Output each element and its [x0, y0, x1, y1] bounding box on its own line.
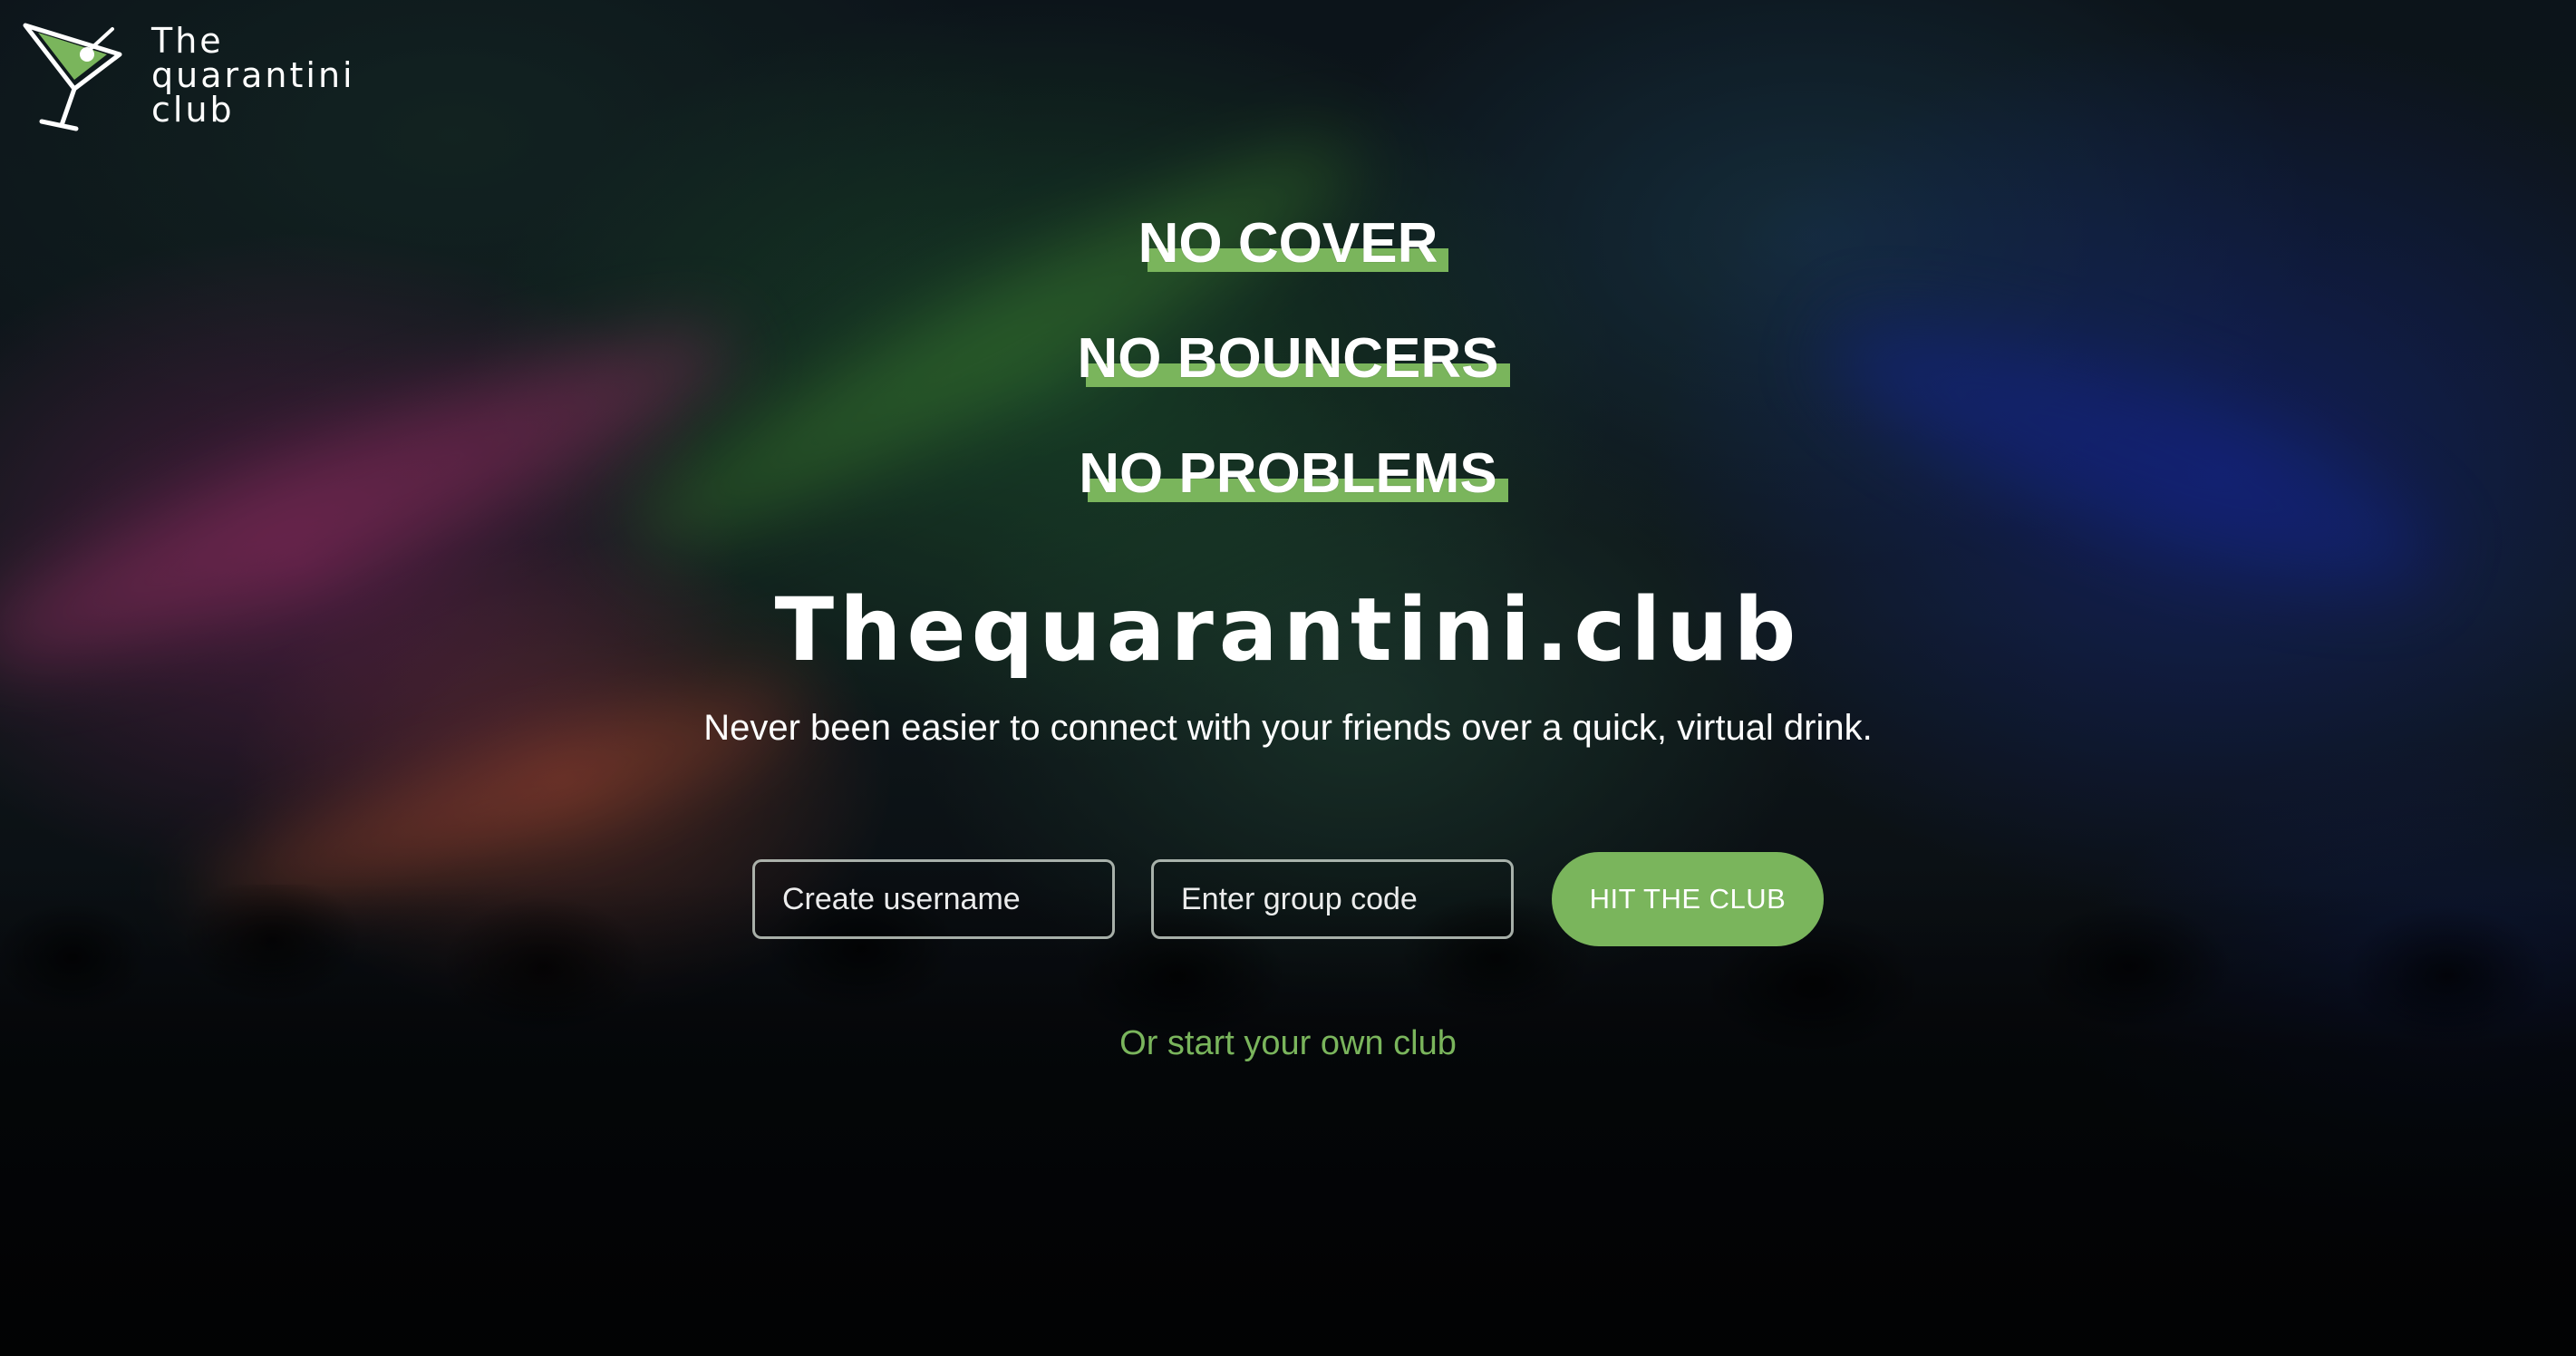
- site-subtitle: Never been easier to connect with your f…: [703, 708, 1873, 748]
- tagline: NO PROBLEMS: [1079, 441, 1508, 508]
- site-title: Thequarantini.club: [774, 579, 1802, 681]
- logo-line: The: [151, 21, 224, 61]
- tagline-list: NO COVER NO BOUNCERS NO PROBLEMS: [0, 210, 2576, 556]
- username-input[interactable]: [752, 859, 1115, 939]
- group-code-input[interactable]: [1151, 859, 1514, 939]
- brand-logo[interactable]: The quarantini club: [18, 18, 355, 131]
- logo-wordmark: The quarantini club: [151, 24, 355, 127]
- tagline-text: NO PROBLEMS: [1079, 442, 1497, 505]
- martini-glass-icon: [23, 23, 122, 131]
- logo-line: club: [151, 90, 235, 130]
- start-own-club-link[interactable]: Or start your own club: [0, 1021, 2576, 1066]
- logo-line: quarantini: [151, 55, 355, 95]
- hit-the-club-button[interactable]: HIT THE CLUB: [1552, 852, 1824, 946]
- tagline-text: NO BOUNCERS: [1077, 327, 1499, 390]
- tagline: NO BOUNCERS: [1077, 325, 1510, 392]
- tagline-text: NO COVER: [1138, 212, 1438, 275]
- landing-page: The quarantini club NO COVER NO BOUNCERS…: [0, 0, 2576, 1356]
- tagline: NO COVER: [1138, 210, 1449, 277]
- join-club-form: HIT THE CLUB: [0, 852, 2576, 946]
